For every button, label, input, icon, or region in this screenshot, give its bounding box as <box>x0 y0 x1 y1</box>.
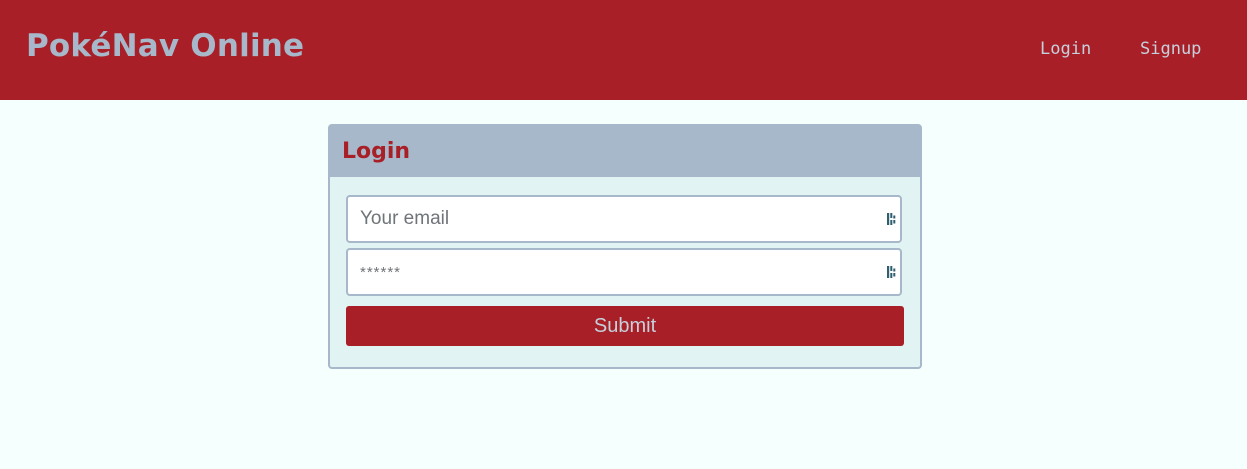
brand-title[interactable]: PokéNav Online <box>26 28 304 64</box>
password-input[interactable] <box>348 250 868 294</box>
login-card-title: Login <box>342 139 411 164</box>
login-card: Login Submit <box>328 124 922 369</box>
password-manager-icon[interactable] <box>886 265 898 279</box>
nav-signup-link[interactable]: Signup <box>1140 39 1201 59</box>
password-manager-icon[interactable] <box>886 212 898 226</box>
login-card-header: Login <box>330 126 920 177</box>
email-field[interactable] <box>346 195 902 243</box>
submit-button[interactable]: Submit <box>346 306 904 346</box>
email-input[interactable] <box>348 197 868 241</box>
top-navbar: PokéNav Online Login Signup <box>0 0 1247 100</box>
password-field[interactable] <box>346 248 902 296</box>
nav-login-link[interactable]: Login <box>1040 39 1091 59</box>
